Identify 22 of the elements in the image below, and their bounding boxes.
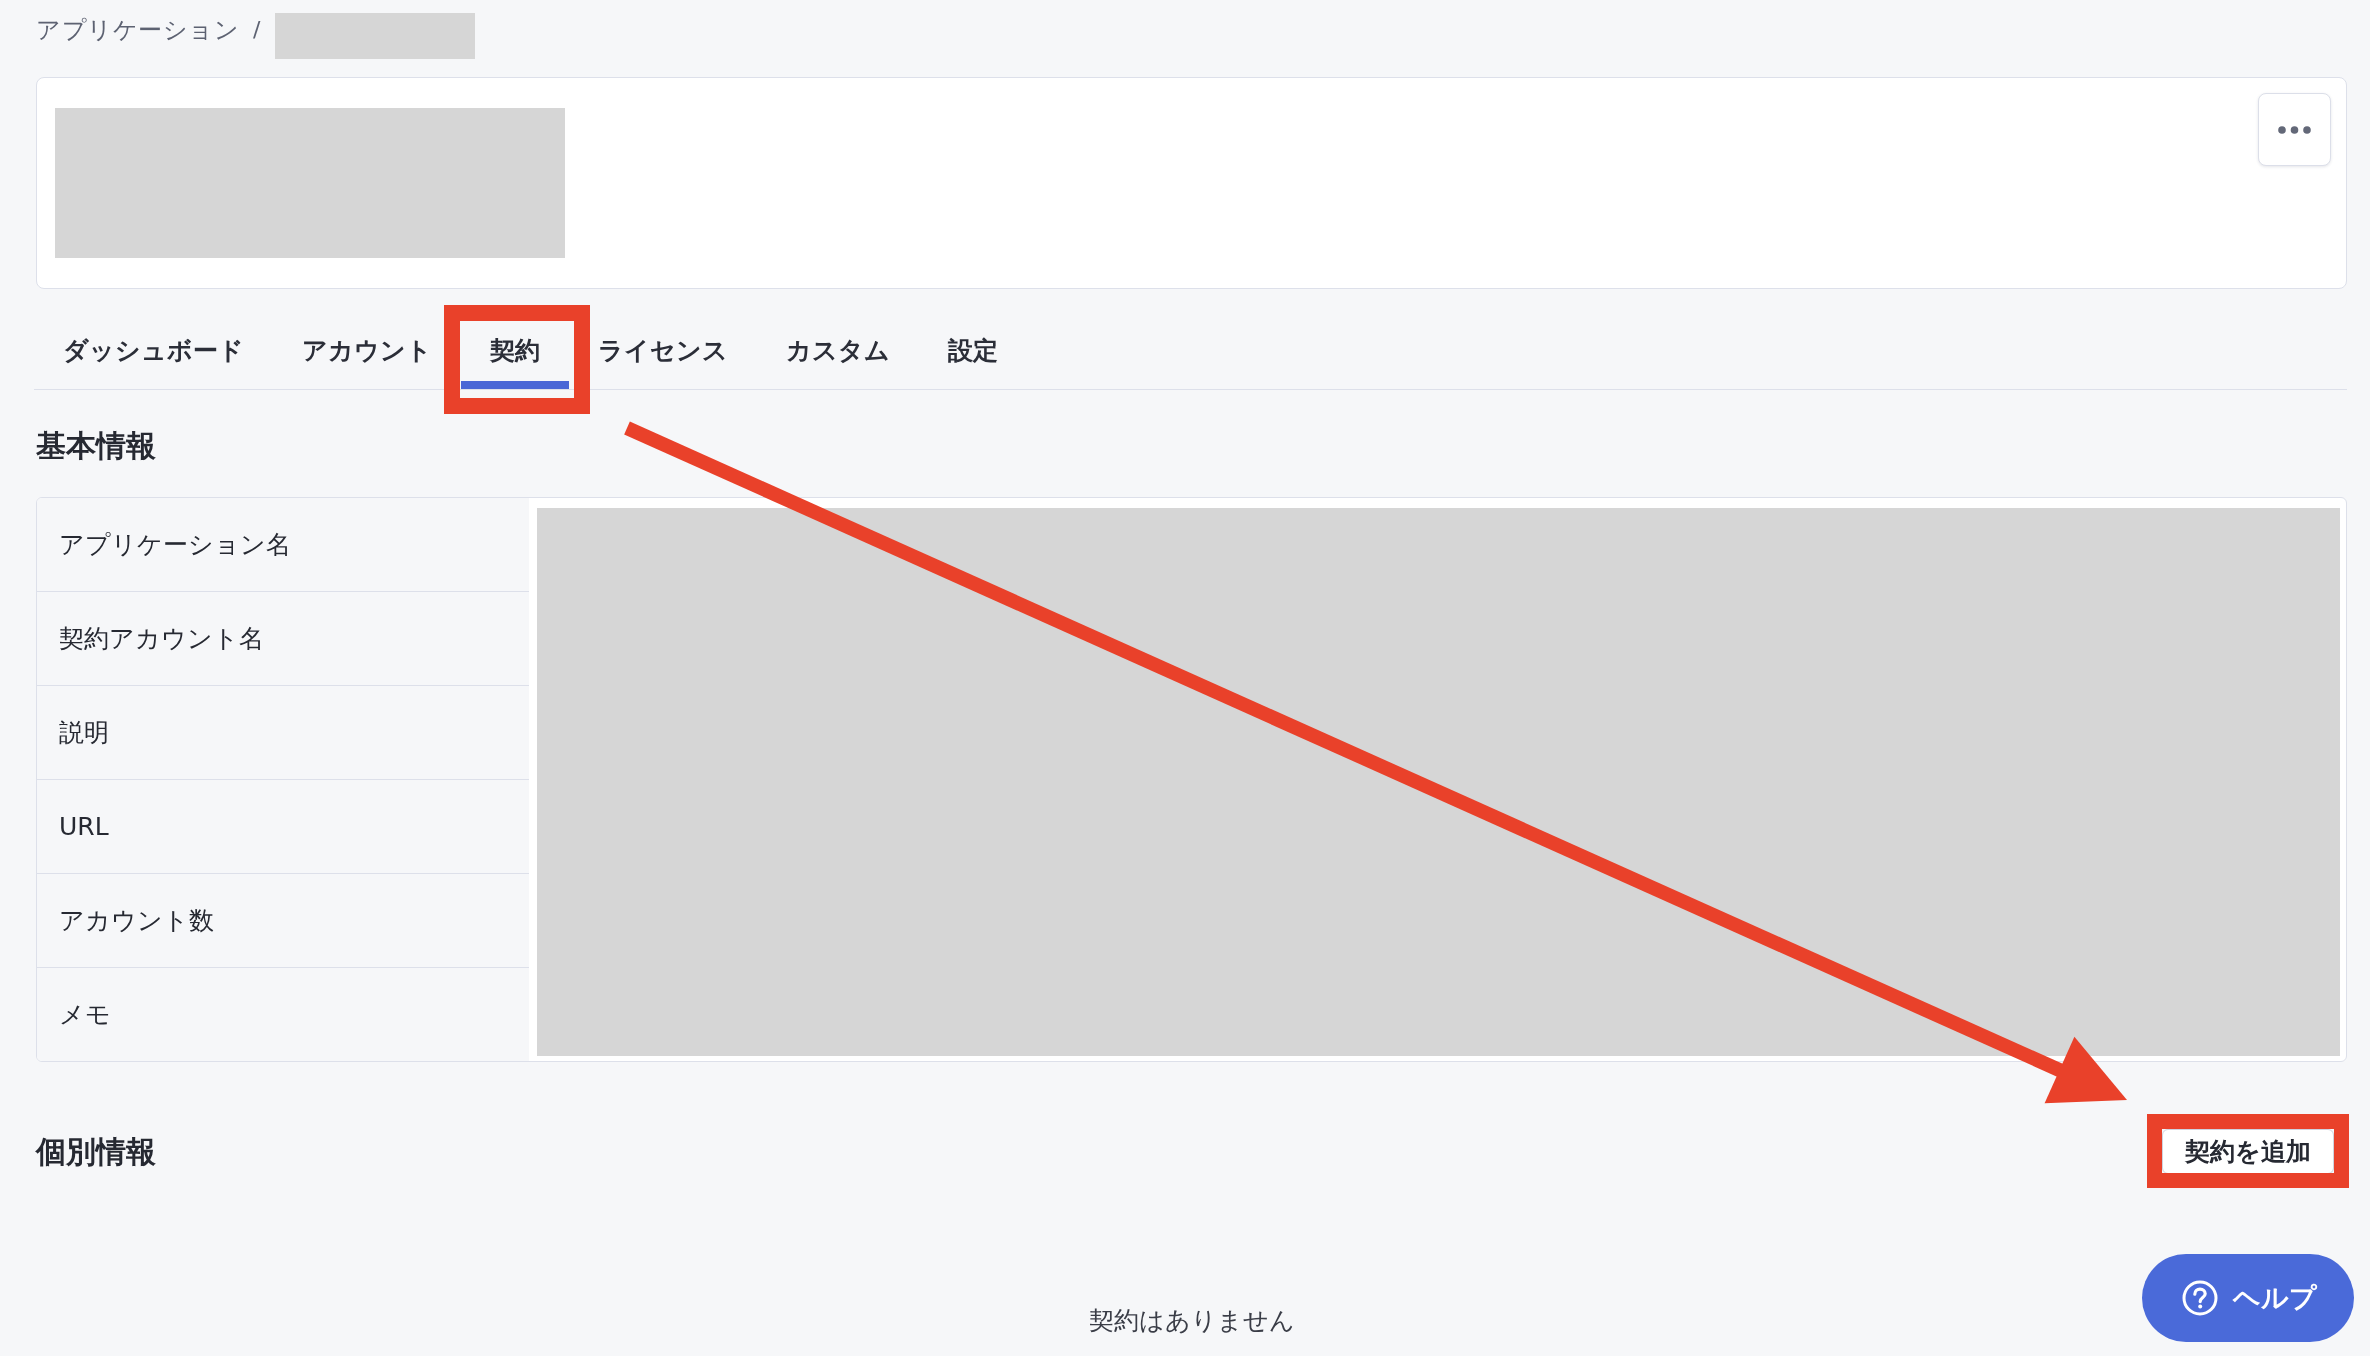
field-label: メモ (37, 967, 529, 1061)
tab[interactable]: カスタム (757, 310, 919, 389)
breadcrumb-link[interactable]: アプリケーション (36, 12, 239, 48)
more-icon (2278, 125, 2311, 134)
field-label: URL (37, 779, 529, 873)
tab[interactable]: 契約 (461, 310, 569, 389)
empty-message: 契約はありません (1088, 1306, 1295, 1335)
tab[interactable]: ダッシュボード (34, 310, 273, 389)
breadcrumb-separator: / (253, 16, 261, 44)
help-icon (2182, 1280, 2218, 1316)
tab[interactable]: 設定 (919, 310, 1027, 389)
section-heading: 基本情報 (36, 427, 157, 465)
tab[interactable]: ライセンス (569, 310, 757, 389)
field-label: 説明 (37, 685, 529, 779)
help-button[interactable]: ヘルプ (2142, 1254, 2354, 1342)
more-button[interactable] (2258, 93, 2331, 166)
section-heading: 個別情報 (36, 1132, 156, 1171)
tab[interactable]: アカウント (273, 310, 461, 389)
field-label: 契約アカウント名 (37, 591, 529, 685)
field-label: アプリケーション名 (58, 529, 292, 561)
field-label: アカウント数 (37, 873, 529, 967)
add-contract-button[interactable]: 契約を追加 (2162, 1129, 2334, 1174)
